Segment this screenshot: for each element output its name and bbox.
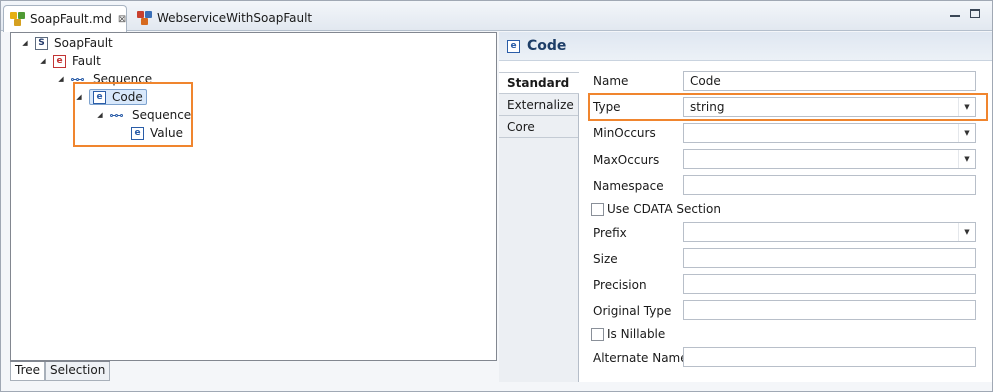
minoccurs-select[interactable]: ▼ bbox=[683, 123, 976, 143]
window-controls bbox=[950, 9, 980, 18]
tab-externalize[interactable]: Externalize bbox=[499, 94, 578, 116]
maxoccurs-label: MaxOccurs bbox=[593, 153, 660, 167]
expanded-arrow-icon[interactable]: ◢ bbox=[39, 57, 47, 65]
tab-core[interactable]: Core bbox=[499, 116, 578, 138]
webservice-file-icon bbox=[137, 10, 153, 26]
use-cdata-label: Use CDATA Section bbox=[607, 202, 721, 216]
use-cdata-checkbox[interactable] bbox=[591, 202, 604, 216]
properties-panel: e Code Standard Externalize Core Name Co… bbox=[499, 32, 992, 382]
is-nillable-checkbox[interactable] bbox=[591, 327, 604, 341]
tab-label: SoapFault.md bbox=[30, 12, 112, 26]
chevron-down-icon[interactable]: ▼ bbox=[958, 150, 975, 168]
precision-field[interactable] bbox=[683, 274, 976, 294]
tree-bottom-tabs: Tree Selection bbox=[10, 361, 111, 381]
editor-window: SoapFault.md ⊠ WebserviceWithSoapFault ◢… bbox=[0, 0, 993, 392]
minimize-icon[interactable] bbox=[950, 15, 960, 17]
size-field[interactable] bbox=[683, 248, 976, 268]
schema-icon: S bbox=[35, 36, 48, 50]
properties-side-tabs: Standard Externalize Core bbox=[499, 72, 579, 382]
maximize-icon[interactable] bbox=[970, 9, 980, 18]
close-icon[interactable]: ⊠ bbox=[118, 14, 126, 25]
size-label: Size bbox=[593, 252, 618, 266]
chevron-down-icon[interactable]: ▼ bbox=[958, 223, 975, 241]
prefix-select[interactable]: ▼ bbox=[683, 222, 976, 242]
chevron-down-icon[interactable]: ▼ bbox=[958, 124, 975, 142]
tree-node-label: SoapFault bbox=[54, 36, 113, 50]
expanded-arrow-icon[interactable]: ◢ bbox=[21, 39, 29, 47]
is-nillable-row[interactable]: Is Nillable bbox=[591, 327, 665, 341]
is-nillable-label: Is Nillable bbox=[607, 327, 666, 341]
name-label: Name bbox=[593, 74, 629, 88]
namespace-label: Namespace bbox=[593, 179, 664, 193]
tab-soapfault-md[interactable]: SoapFault.md ⊠ bbox=[3, 5, 127, 32]
prefix-label: Prefix bbox=[593, 226, 627, 240]
sequence-icon bbox=[71, 77, 88, 81]
tab-label: WebserviceWithSoapFault bbox=[157, 11, 313, 25]
tab-webservice-with-soap-fault[interactable]: WebserviceWithSoapFault bbox=[131, 5, 318, 31]
tree-node-soapfault[interactable]: ◢ S SoapFault bbox=[21, 34, 113, 52]
maxoccurs-select[interactable]: ▼ bbox=[683, 149, 976, 169]
highlight-box bbox=[73, 82, 193, 147]
expanded-arrow-icon[interactable]: ◢ bbox=[57, 75, 65, 83]
highlight-box bbox=[588, 93, 988, 121]
precision-label: Precision bbox=[593, 278, 647, 292]
element-icon: e bbox=[507, 39, 520, 53]
tree-node-label: Fault bbox=[72, 54, 101, 68]
tree-node-fault[interactable]: ◢ e Fault bbox=[39, 52, 101, 70]
minoccurs-label: MinOccurs bbox=[593, 126, 656, 140]
properties-header: e Code bbox=[499, 32, 992, 61]
namespace-field[interactable] bbox=[683, 175, 976, 195]
name-field[interactable]: Code bbox=[683, 71, 976, 91]
tab-tree[interactable]: Tree bbox=[10, 362, 46, 381]
model-file-icon bbox=[10, 11, 26, 27]
tab-selection[interactable]: Selection bbox=[45, 362, 111, 381]
use-cdata-row[interactable]: Use CDATA Section bbox=[591, 202, 721, 216]
editor-tab-bar: SoapFault.md ⊠ WebserviceWithSoapFault bbox=[1, 1, 992, 32]
element-icon: e bbox=[53, 54, 66, 68]
original-type-field[interactable] bbox=[683, 300, 976, 320]
tab-standard[interactable]: Standard bbox=[499, 72, 579, 94]
original-type-label: Original Type bbox=[593, 304, 672, 318]
properties-title: Code bbox=[527, 38, 567, 54]
alternate-name-label: Alternate Name bbox=[593, 351, 688, 365]
alternate-name-field[interactable] bbox=[683, 347, 976, 367]
